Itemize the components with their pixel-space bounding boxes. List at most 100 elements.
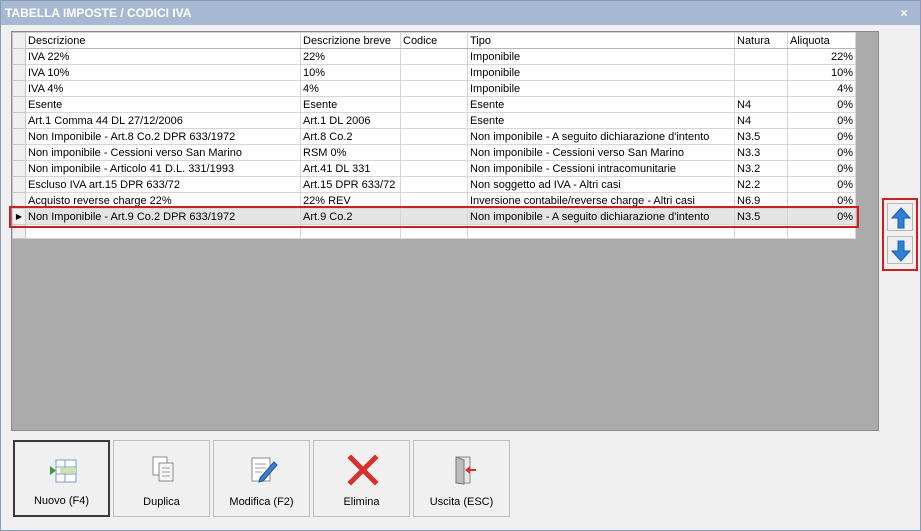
column-header-descrizione-breve[interactable]: Descrizione breve <box>300 32 401 49</box>
move-down-button[interactable] <box>887 236 913 264</box>
cell-descrizione-breve[interactable]: Esente <box>300 96 401 113</box>
cell-natura[interactable] <box>734 48 788 65</box>
cell-descrizione-breve[interactable]: Art.41 DL 331 <box>300 160 401 177</box>
row-indicator[interactable] <box>12 48 26 65</box>
table-row[interactable]: Non Imponibile - Art.8 Co.2 DPR 633/1972… <box>12 128 856 145</box>
cell-descrizione[interactable]: Non imponibile - Cessioni verso San Mari… <box>25 144 301 161</box>
row-indicator[interactable] <box>12 112 26 129</box>
elimina-button[interactable]: Elimina <box>313 440 410 517</box>
column-header-codice[interactable]: Codice <box>400 32 468 49</box>
cell-codice[interactable] <box>400 128 468 145</box>
table-row[interactable]: Non imponibile - Articolo 41 D.L. 331/19… <box>12 160 856 177</box>
cell-codice[interactable] <box>400 112 468 129</box>
empty-cell[interactable] <box>467 224 735 239</box>
cell-descrizione[interactable]: Art.1 Comma 44 DL 27/12/2006 <box>25 112 301 129</box>
cell-descrizione-breve[interactable]: Art.8 Co.2 <box>300 128 401 145</box>
column-header-natura[interactable]: Natura <box>734 32 788 49</box>
cell-descrizione[interactable]: IVA 10% <box>25 64 301 81</box>
cell-codice[interactable] <box>400 144 468 161</box>
cell-tipo[interactable]: Imponibile <box>467 64 735 81</box>
cell-aliquota[interactable]: 0% <box>787 144 856 161</box>
cell-tipo[interactable]: Esente <box>467 112 735 129</box>
cell-descrizione-breve[interactable]: 10% <box>300 64 401 81</box>
cell-natura[interactable]: N3.2 <box>734 160 788 177</box>
row-indicator[interactable] <box>12 128 26 145</box>
cell-natura[interactable] <box>734 80 788 97</box>
row-indicator[interactable] <box>12 192 26 209</box>
cell-descrizione[interactable]: Non imponibile - Articolo 41 D.L. 331/19… <box>25 160 301 177</box>
row-indicator[interactable] <box>12 64 26 81</box>
cell-natura[interactable]: N3.5 <box>734 208 788 225</box>
cell-codice[interactable] <box>400 48 468 65</box>
cell-natura[interactable]: N3.3 <box>734 144 788 161</box>
cell-tipo[interactable]: Non soggetto ad IVA - Altri casi <box>467 176 735 193</box>
cell-tipo[interactable]: Imponibile <box>467 80 735 97</box>
duplica-button[interactable]: Duplica <box>113 440 210 517</box>
column-header-descrizione[interactable]: Descrizione <box>25 32 301 49</box>
cell-tipo[interactable]: Non imponibile - A seguito dichiarazione… <box>467 208 735 225</box>
table-row[interactable]: Art.1 Comma 44 DL 27/12/2006 Art.1 DL 200… <box>12 112 856 129</box>
cell-descrizione[interactable]: IVA 4% <box>25 80 301 97</box>
cell-codice[interactable] <box>400 160 468 177</box>
empty-cell[interactable] <box>787 224 856 239</box>
cell-aliquota[interactable]: 0% <box>787 176 856 193</box>
cell-descrizione-breve[interactable]: 4% <box>300 80 401 97</box>
cell-tipo[interactable]: Imponibile <box>467 48 735 65</box>
cell-aliquota[interactable]: 0% <box>787 192 856 209</box>
cell-codice[interactable] <box>400 96 468 113</box>
table-row[interactable]: Acquisto reverse charge 22% 22% REV Invers… <box>12 192 856 209</box>
empty-cell[interactable] <box>300 224 401 239</box>
row-indicator[interactable] <box>12 96 26 113</box>
cell-natura[interactable]: N3.5 <box>734 128 788 145</box>
cell-descrizione-breve[interactable]: Art.9 Co.2 <box>300 208 401 225</box>
close-button[interactable]: × <box>896 1 912 25</box>
cell-natura[interactable] <box>734 64 788 81</box>
table-row[interactable]: Esente Esente Esente N4 0% <box>12 96 856 113</box>
cell-descrizione[interactable]: Non Imponibile - Art.9 Co.2 DPR 633/1972 <box>25 208 301 225</box>
cell-descrizione-breve[interactable]: RSM 0% <box>300 144 401 161</box>
current-row-marker[interactable]: ▶ <box>12 208 26 225</box>
cell-descrizione[interactable]: Non Imponibile - Art.8 Co.2 DPR 633/1972 <box>25 128 301 145</box>
iva-grid[interactable]: Descrizione Descrizione breve Codice Tip… <box>11 31 879 431</box>
table-row[interactable]: Escluso IVA art.15 DPR 633/72 Art.15 DPR … <box>12 176 856 193</box>
table-row[interactable]: ▶ Non Imponibile - Art.9 Co.2 DPR 633/197… <box>12 208 856 225</box>
row-indicator[interactable] <box>12 176 26 193</box>
cell-codice[interactable] <box>400 64 468 81</box>
cell-tipo[interactable]: Esente <box>467 96 735 113</box>
cell-natura[interactable]: N4 <box>734 96 788 113</box>
row-indicator[interactable] <box>12 144 26 161</box>
new-record-row[interactable] <box>12 224 856 239</box>
table-row[interactable]: IVA 4% 4% Imponibile 4% <box>12 80 856 97</box>
cell-descrizione[interactable]: IVA 22% <box>25 48 301 65</box>
cell-aliquota[interactable]: 22% <box>787 48 856 65</box>
cell-natura[interactable]: N2.2 <box>734 176 788 193</box>
cell-tipo[interactable]: Non imponibile - Cessioni verso San Mari… <box>467 144 735 161</box>
cell-natura[interactable]: N4 <box>734 112 788 129</box>
table-row[interactable]: IVA 10% 10% Imponibile 10% <box>12 64 856 81</box>
cell-aliquota[interactable]: 4% <box>787 80 856 97</box>
empty-cell[interactable] <box>734 224 788 239</box>
cell-aliquota[interactable]: 0% <box>787 208 856 225</box>
uscita-button[interactable]: Uscita (ESC) <box>413 440 510 517</box>
cell-descrizione-breve[interactable]: Art.15 DPR 633/72 <box>300 176 401 193</box>
cell-descrizione-breve[interactable]: Art.1 DL 2006 <box>300 112 401 129</box>
cell-descrizione-breve[interactable]: 22% REV <box>300 192 401 209</box>
cell-codice[interactable] <box>400 192 468 209</box>
column-header-aliquota[interactable]: Aliquota <box>787 32 856 49</box>
cell-codice[interactable] <box>400 80 468 97</box>
row-indicator[interactable] <box>12 80 26 97</box>
cell-aliquota[interactable]: 0% <box>787 112 856 129</box>
cell-tipo[interactable]: Non imponibile - A seguito dichiarazione… <box>467 128 735 145</box>
cell-descrizione-breve[interactable]: 22% <box>300 48 401 65</box>
empty-cell[interactable] <box>400 224 468 239</box>
move-up-button[interactable] <box>887 203 913 231</box>
cell-aliquota[interactable]: 10% <box>787 64 856 81</box>
cell-aliquota[interactable]: 0% <box>787 128 856 145</box>
cell-tipo[interactable]: Non imponibile - Cessioni intracomunitar… <box>467 160 735 177</box>
empty-cell[interactable] <box>25 224 301 239</box>
cell-aliquota[interactable]: 0% <box>787 160 856 177</box>
cell-natura[interactable]: N6.9 <box>734 192 788 209</box>
column-header-tipo[interactable]: Tipo <box>467 32 735 49</box>
cell-tipo[interactable]: Inversione contabile/reverse charge - Al… <box>467 192 735 209</box>
cell-descrizione[interactable]: Esente <box>25 96 301 113</box>
